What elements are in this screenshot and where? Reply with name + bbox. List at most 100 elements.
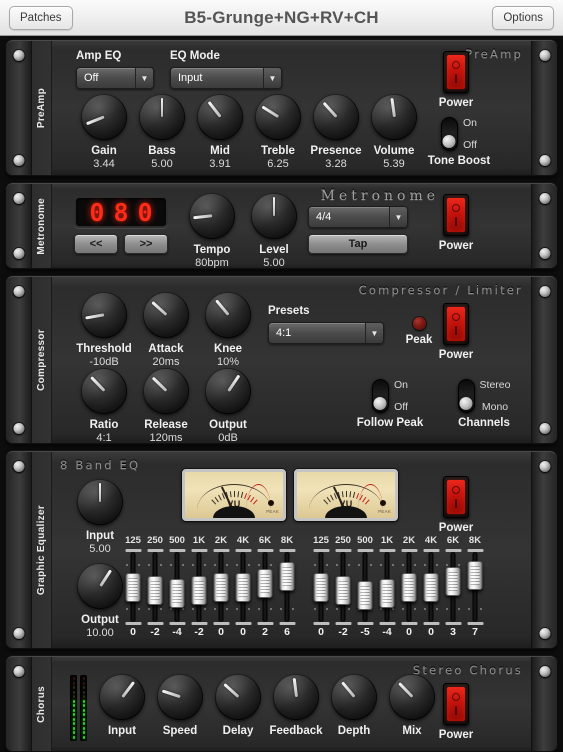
eq-slider-handle[interactable] — [191, 575, 207, 605]
metronome-side-label: Metronome — [32, 184, 52, 268]
eq-slider-handle[interactable] — [257, 569, 273, 599]
knob-dial-icon — [153, 670, 207, 724]
compressor-power-button[interactable]: Power — [430, 303, 482, 361]
chorus-power-button[interactable]: Power — [430, 683, 482, 741]
knob-dial-icon — [327, 670, 381, 724]
eq-slider-250[interactable] — [144, 549, 166, 625]
eq-slider-6K[interactable] — [442, 549, 464, 625]
eq-slider-6K[interactable] — [254, 549, 276, 625]
equalizer-knob-output[interactable]: Output 10.00 — [70, 559, 130, 639]
options-button[interactable]: Options — [492, 5, 554, 30]
eq-frequency-label: 125 — [125, 535, 141, 546]
metronome-power-button[interactable]: Power — [430, 194, 482, 252]
eq-frequency-labels-left: 125 250 500 1K 2K 4K 6K 8K — [122, 535, 298, 546]
chorus-knob-input[interactable]: Input — [92, 670, 152, 737]
presets-dropdown[interactable]: 4:1 ▼ — [268, 322, 384, 344]
eq-slider-handle[interactable] — [235, 572, 251, 602]
preamp-power-button[interactable]: Power — [430, 51, 482, 109]
led-meter-segment — [72, 731, 75, 735]
equalizer-power-button[interactable]: Power — [430, 476, 482, 534]
compressor-knob-output[interactable]: Output 0dB — [198, 364, 258, 443]
eq-slider-handle[interactable] — [467, 560, 483, 590]
eq-slider-handle[interactable] — [213, 572, 229, 602]
eq-slider-handle[interactable] — [445, 567, 461, 597]
tempo-increase-button[interactable]: >> — [124, 234, 168, 254]
eq-slider-handle[interactable] — [313, 572, 329, 602]
metronome-unit: Metronome Metronome 0 8 0 << >> Tempo80b… — [6, 183, 557, 269]
chorus-knob-feedback[interactable]: Feedback — [266, 670, 326, 737]
rack-ear-right — [531, 277, 557, 443]
eq-slider-500[interactable] — [354, 549, 376, 625]
eq-slider-125[interactable] — [310, 549, 332, 625]
channels-stereo-label: Stereo — [479, 379, 511, 391]
eq-slider-handle[interactable] — [279, 562, 295, 592]
eq-slider-handle[interactable] — [335, 575, 351, 605]
eq-slider-handle[interactable] — [379, 579, 395, 609]
eq-slider-handle[interactable] — [169, 579, 185, 609]
eq-slider-8K[interactable] — [276, 549, 298, 625]
eq-slider-handle[interactable] — [147, 575, 163, 605]
preamp-knob-mid[interactable]: Mid 3.91 — [190, 90, 250, 170]
screw-icon — [13, 628, 24, 639]
preamp-knob-presence[interactable]: Presence 3.28 — [306, 90, 366, 170]
compressor-knob-release[interactable]: Release 120ms — [136, 364, 196, 443]
screw-icon — [539, 423, 550, 434]
compressor-knob-knee[interactable]: Knee 10% — [198, 288, 258, 368]
tone-boost-toggle[interactable]: On Off Tone Boost — [416, 117, 502, 167]
eq-slider-4K[interactable] — [232, 549, 254, 625]
led-meter-segment — [82, 695, 85, 699]
follow-peak-label: Follow Peak — [356, 417, 424, 429]
eq-slider-250[interactable] — [332, 549, 354, 625]
eq-frequency-label: 250 — [335, 535, 351, 546]
preamp-knob-volume[interactable]: Volume 5.39 — [364, 90, 424, 170]
knob-label: Knee — [213, 343, 243, 355]
channels-toggle[interactable]: Stereo Mono Channels — [434, 379, 534, 429]
eq-slider-4K[interactable] — [420, 549, 442, 625]
led-meter-segment — [72, 686, 75, 690]
chorus-knob-speed[interactable]: Speed — [150, 670, 210, 737]
eq-slider-handle[interactable] — [125, 572, 141, 602]
eq-slider-handle[interactable] — [401, 572, 417, 602]
equalizer-unit: Graphic Equalizer 8 Band EQ Input 5.00 Out… — [6, 451, 557, 649]
knob-value: 10.00 — [86, 627, 114, 639]
chorus-unit: Chorus Stereo Chorus Input Speed Delay Feed… — [6, 656, 557, 752]
patches-button[interactable]: Patches — [9, 5, 73, 30]
compressor-knob-threshold[interactable]: Threshold -10dB — [74, 288, 134, 368]
equalizer-knob-input[interactable]: Input 5.00 — [70, 475, 130, 555]
compressor-side-label: Compressor — [32, 277, 52, 443]
eq-mode-dropdown[interactable]: Input ▼ — [170, 67, 282, 89]
chorus-panel: Stereo Chorus Input Speed Delay Feedback Dep… — [52, 657, 531, 751]
knob-label: Input — [107, 725, 137, 737]
tap-tempo-button[interactable]: Tap — [308, 234, 408, 254]
knob-dial-icon — [269, 670, 323, 724]
chorus-knob-depth[interactable]: Depth — [324, 670, 384, 737]
preamp-knob-treble[interactable]: Treble 6.25 — [248, 90, 308, 170]
eq-slider-1K[interactable] — [188, 549, 210, 625]
screw-icon — [539, 50, 550, 61]
eq-slider-500[interactable] — [166, 549, 188, 625]
tempo-decrease-button[interactable]: << — [74, 234, 118, 254]
screw-icon — [539, 193, 550, 204]
preamp-knob-bass[interactable]: Bass 5.00 — [132, 90, 192, 170]
eq-slider-handle[interactable] — [423, 572, 439, 602]
eq-slider-8K[interactable] — [464, 549, 486, 625]
eq-tick-dot — [204, 608, 206, 610]
preamp-knob-gain[interactable]: Gain 3.44 — [74, 90, 134, 170]
chorus-power-label: Power — [438, 729, 474, 741]
metronome-knob-level[interactable]: Level 5.00 — [244, 189, 304, 268]
eq-slider-1K[interactable] — [376, 549, 398, 625]
rack-ear-left — [6, 452, 32, 648]
eq-tick-dot — [314, 564, 316, 566]
compressor-knob-ratio[interactable]: Ratio 4:1 — [74, 364, 134, 443]
eq-slider-2K[interactable] — [210, 549, 232, 625]
time-signature-dropdown[interactable]: 4/4 ▼ — [308, 206, 408, 228]
eq-slider-handle[interactable] — [357, 581, 373, 611]
amp-eq-dropdown[interactable]: Off ▼ — [76, 67, 154, 89]
compressor-knob-attack[interactable]: Attack 20ms — [136, 288, 196, 368]
follow-peak-toggle[interactable]: On Off Follow Peak — [342, 379, 438, 429]
chorus-knob-delay[interactable]: Delay — [208, 670, 268, 737]
eq-slider-125[interactable] — [122, 549, 144, 625]
metronome-knob-tempo[interactable]: Tempo 80bpm — [182, 189, 242, 268]
knob-dial-icon — [193, 90, 247, 144]
eq-slider-2K[interactable] — [398, 549, 420, 625]
